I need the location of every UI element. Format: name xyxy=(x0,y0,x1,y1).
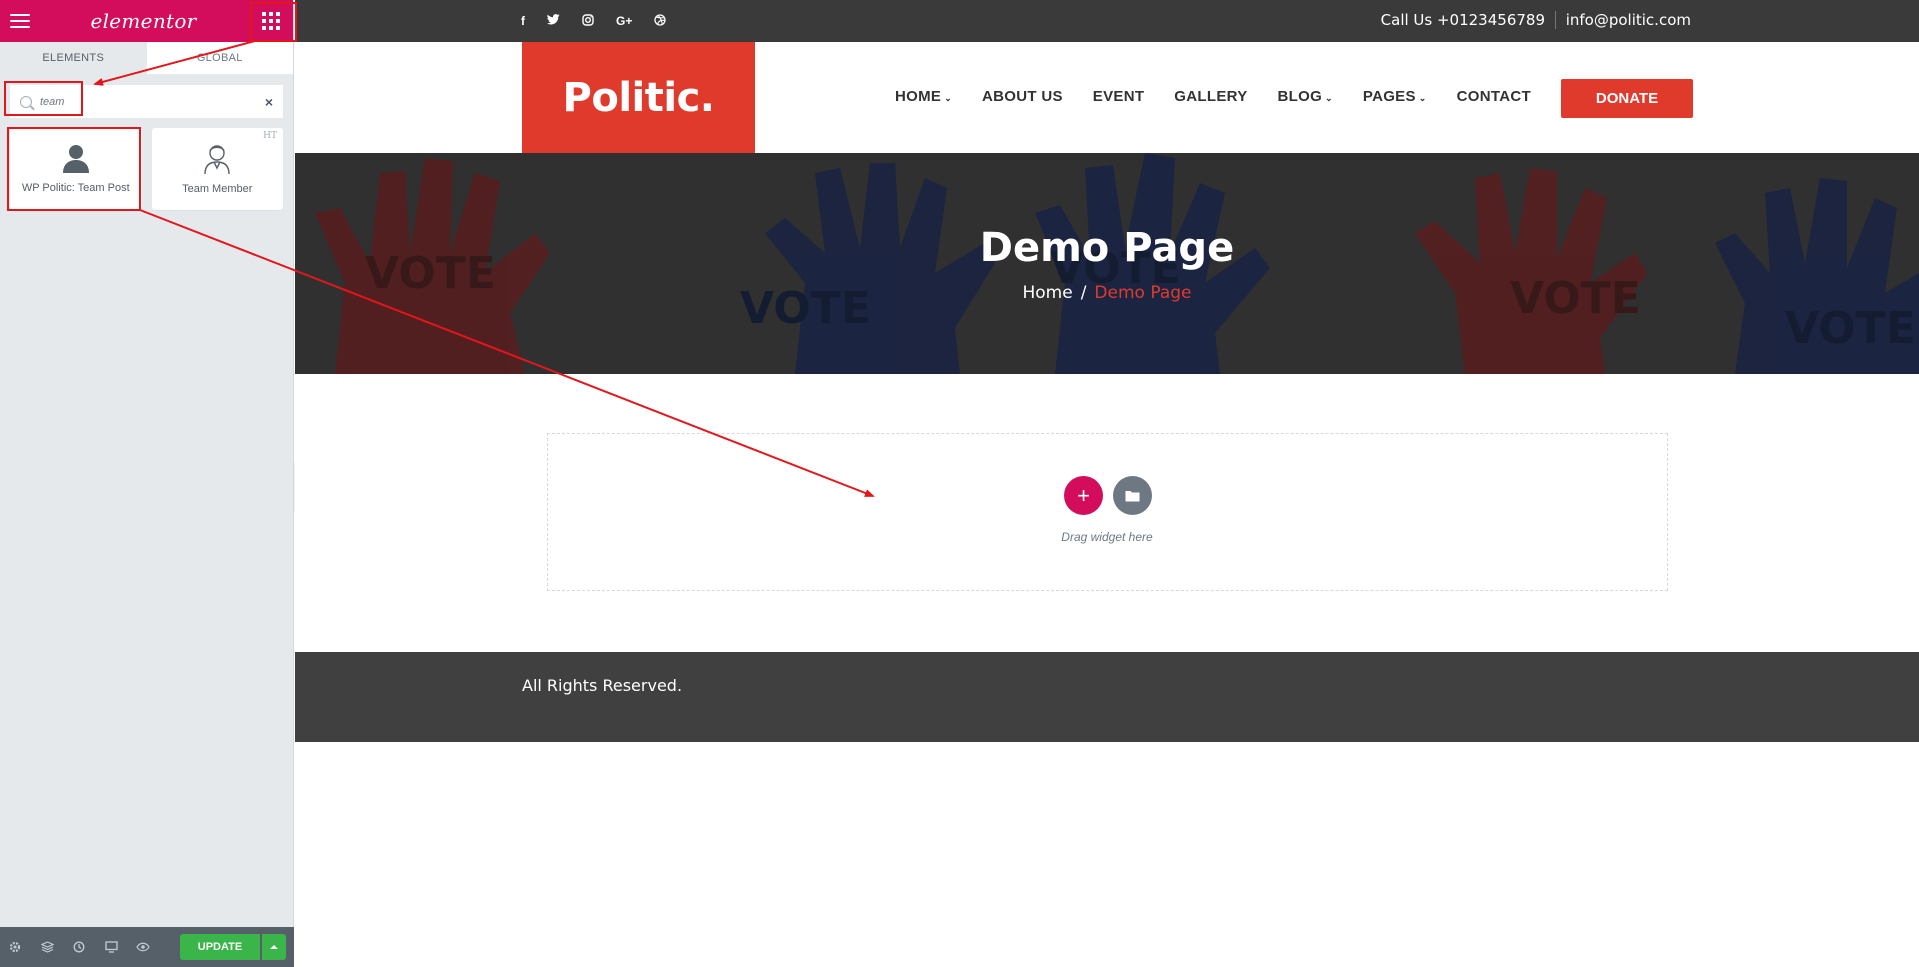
call-us-text: Call Us +0123456789 xyxy=(1381,11,1556,29)
search-icon xyxy=(20,95,32,108)
widget-label: Team Member xyxy=(182,183,253,195)
navigator-icon[interactable] xyxy=(40,940,54,954)
person-icon xyxy=(62,145,89,173)
empty-section-dropzone[interactable] xyxy=(547,433,1668,591)
email-link[interactable]: info@politic.com xyxy=(1566,11,1691,29)
folder-icon xyxy=(1125,490,1140,501)
drag-widget-hint: Drag widget here xyxy=(1061,530,1153,544)
settings-icon[interactable] xyxy=(8,940,22,954)
nav-label: GALLERY xyxy=(1174,88,1248,105)
copyright-text: All Rights Reserved. xyxy=(522,676,683,695)
elementor-logo: elementor xyxy=(90,9,197,33)
history-icon[interactable] xyxy=(72,940,86,954)
panel-header: elementor xyxy=(0,0,293,42)
breadcrumb: Home / Demo Page xyxy=(295,283,1919,303)
tab-global[interactable]: GLOBAL xyxy=(147,42,294,74)
chevron-down-icon: ⌄ xyxy=(944,93,953,103)
clear-search-icon[interactable]: × xyxy=(265,94,273,110)
donate-button[interactable]: DONATE xyxy=(1561,79,1693,118)
site-footer: All Rights Reserved. xyxy=(295,652,1919,742)
tab-elements[interactable]: ELEMENTS xyxy=(0,42,147,74)
search-input[interactable] xyxy=(40,95,265,108)
panel-tabs: ELEMENTS GLOBAL xyxy=(0,42,293,75)
responsive-mode-icon[interactable] xyxy=(104,940,118,954)
panel-footer: UPDATE xyxy=(0,927,294,967)
page-banner: VOTE VOTE VOTE VOTE VOTE Demo Page Home /… xyxy=(295,153,1919,374)
breadcrumb-home[interactable]: Home xyxy=(1022,283,1072,303)
widget-team-post[interactable]: WP Politic: Team Post xyxy=(10,128,142,210)
nav-gallery[interactable]: GALLERY xyxy=(1174,88,1247,105)
nav-pages[interactable]: PAGES ⌄ xyxy=(1363,88,1427,105)
widget-label: WP Politic: Team Post xyxy=(21,182,130,194)
widgets-grid-icon[interactable] xyxy=(257,7,285,35)
site-logo[interactable]: Politic. xyxy=(522,42,755,153)
page-title: Demo Page xyxy=(979,225,1235,271)
caret-up-icon xyxy=(270,945,278,949)
nav-label: EVENT xyxy=(1092,88,1145,105)
nav-blog[interactable]: BLOG ⌄ xyxy=(1278,88,1333,105)
chevron-down-icon: ⌄ xyxy=(1418,93,1427,103)
breadcrumb-current: Demo Page xyxy=(1094,283,1192,303)
widget-team-member[interactable]: HT Team Member xyxy=(151,128,283,210)
widget-badge: HT xyxy=(263,131,277,141)
nav-label: HOME xyxy=(895,88,942,105)
logo-text: Politic. xyxy=(562,74,715,121)
page-preview: f G+ Call Us +0123456789 info@politic.co… xyxy=(295,0,1919,967)
team-member-icon xyxy=(204,145,230,175)
nav-label: PAGES xyxy=(1362,88,1416,105)
breadcrumb-separator: / xyxy=(1080,283,1087,303)
nav-contact[interactable]: CONTACT xyxy=(1457,88,1531,105)
twitter-icon[interactable] xyxy=(547,14,560,29)
widget-list: WP Politic: Team Post HT Team Member xyxy=(10,128,283,210)
add-section-button[interactable]: + xyxy=(1064,476,1103,515)
instagram-icon[interactable] xyxy=(582,14,594,29)
nav-event[interactable]: EVENT xyxy=(1093,88,1145,105)
facebook-icon[interactable]: f xyxy=(521,14,525,29)
preview-eye-icon[interactable] xyxy=(136,940,150,954)
elementor-panel: elementor ELEMENTS GLOBAL × WP Politic: … xyxy=(0,0,294,967)
main-nav: HOME ⌄ ABOUT US EVENT GALLERY BLOG ⌄ PAGES… xyxy=(895,88,1531,105)
nav-about-us[interactable]: ABOUT US xyxy=(982,88,1063,105)
google-plus-icon[interactable]: G+ xyxy=(616,14,632,29)
search-box: × xyxy=(10,85,283,118)
nav-home[interactable]: HOME ⌄ xyxy=(895,88,952,105)
menu-icon[interactable] xyxy=(10,14,30,28)
update-button[interactable]: UPDATE xyxy=(180,934,260,960)
nav-label: CONTACT xyxy=(1456,88,1531,105)
chevron-down-icon: ⌄ xyxy=(1325,93,1333,103)
add-template-button[interactable] xyxy=(1113,476,1152,515)
nav-label: ABOUT US xyxy=(982,88,1063,105)
update-group: UPDATE xyxy=(180,934,286,960)
update-options-button[interactable] xyxy=(262,934,286,960)
nav-label: BLOG xyxy=(1277,88,1323,105)
dribbble-icon[interactable] xyxy=(654,14,666,29)
social-icons: f G+ xyxy=(521,14,666,29)
top-bar: f G+ Call Us +0123456789 info@politic.co… xyxy=(295,0,1919,42)
